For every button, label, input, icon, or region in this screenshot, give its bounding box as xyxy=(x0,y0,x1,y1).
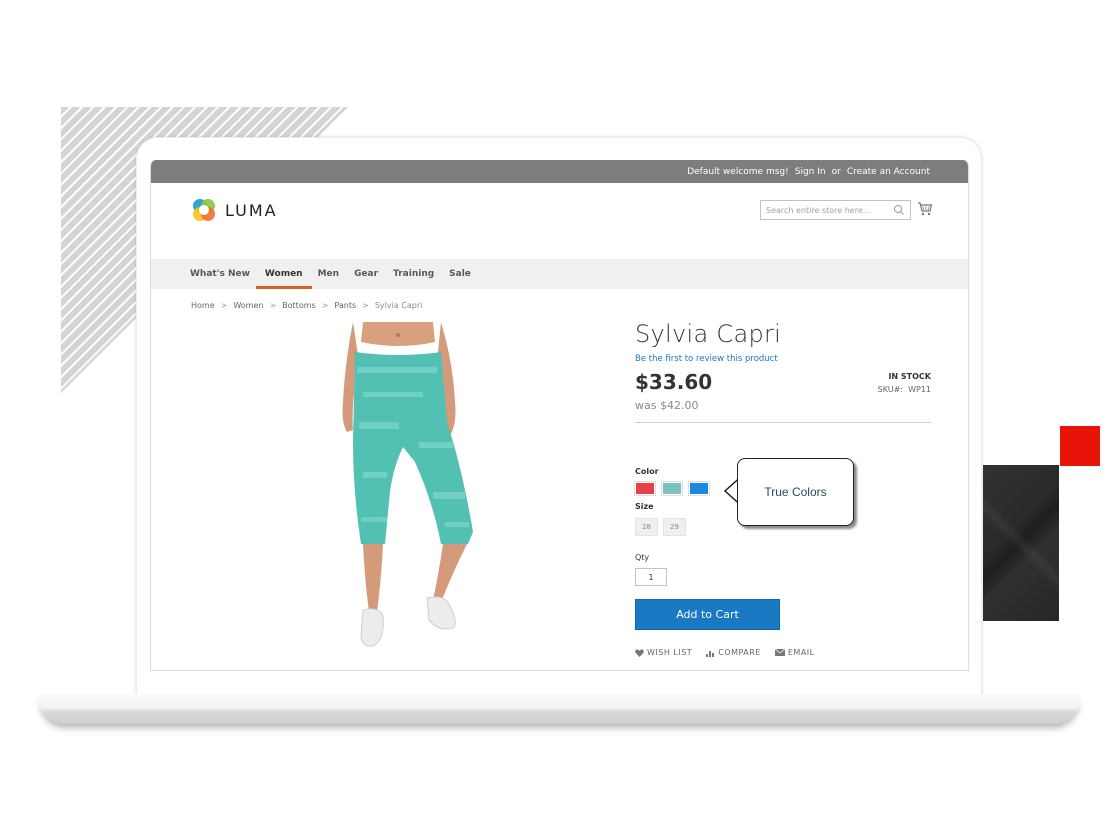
color-swatches xyxy=(634,481,710,496)
callout-tail-mask xyxy=(738,479,742,503)
size-label: Size xyxy=(635,502,654,511)
product-image[interactable] xyxy=(323,322,483,652)
color-label: Color xyxy=(635,467,659,476)
top-bar: Default welcome msg! Sign In or Create a… xyxy=(151,160,968,183)
cart-icon[interactable] xyxy=(917,201,933,217)
divider xyxy=(635,422,931,423)
old-price: was $42.00 xyxy=(635,399,699,412)
true-colors-callout: True Colors xyxy=(737,458,854,526)
wish-list-link[interactable]: WISH LIST xyxy=(635,648,692,657)
color-swatch-blue[interactable] xyxy=(688,481,710,496)
product-title: Sylvia Capri xyxy=(635,320,782,348)
search-input[interactable]: Search entire store here... xyxy=(760,200,911,220)
nav-item-women[interactable]: Women xyxy=(255,259,312,289)
luma-logo-icon xyxy=(193,199,215,221)
site-header: LUMA Search entire store here... xyxy=(151,183,968,259)
color-swatch-teal[interactable] xyxy=(661,481,683,496)
nav-item-men[interactable]: Men xyxy=(318,259,348,289)
decorative-red-square xyxy=(1060,426,1100,466)
size-options: 28 29 xyxy=(635,518,686,536)
review-link[interactable]: Be the first to review this product xyxy=(635,354,931,364)
sku-value: WP11 xyxy=(908,385,931,394)
breadcrumb-pants[interactable]: Pants xyxy=(334,301,356,310)
breadcrumb-separator: > xyxy=(269,301,277,310)
nav-item-gear[interactable]: Gear xyxy=(354,259,387,289)
laptop-base xyxy=(38,694,1081,724)
size-option-29[interactable]: 29 xyxy=(663,518,686,536)
breadcrumb-separator: > xyxy=(220,301,228,310)
sign-in-link[interactable]: Sign In xyxy=(795,167,826,177)
compare-link[interactable]: COMPARE xyxy=(706,648,761,657)
product-info: Sylvia Capri Be the first to review this… xyxy=(635,320,931,423)
or-text: or xyxy=(831,166,841,177)
heart-icon xyxy=(635,648,644,657)
color-swatch-red[interactable] xyxy=(634,481,656,496)
breadcrumb-separator: > xyxy=(362,301,369,310)
breadcrumb-women[interactable]: Women xyxy=(233,301,263,310)
email-link[interactable]: EMAIL xyxy=(774,648,815,657)
sku-label: SKU#: xyxy=(877,385,903,394)
search-placeholder: Search entire store here... xyxy=(766,205,871,215)
nav-item-training[interactable]: Training xyxy=(393,259,443,289)
luma-logo[interactable]: LUMA xyxy=(191,197,278,223)
sku: SKU#: WP11 xyxy=(878,385,931,394)
breadcrumb-bottoms[interactable]: Bottoms xyxy=(282,301,316,310)
welcome-message: Default welcome msg! xyxy=(687,166,789,177)
envelope-icon xyxy=(774,649,785,656)
breadcrumb: Home > Women > Bottoms > Pants > Sylvia … xyxy=(191,301,422,310)
nav-item-whats-new[interactable]: What's New xyxy=(190,259,259,289)
qty-input[interactable]: 1 xyxy=(635,568,667,586)
decorative-dark-block xyxy=(983,465,1059,621)
wish-list-label: WISH LIST xyxy=(647,648,693,657)
create-account-link[interactable]: Create an Account xyxy=(847,167,930,177)
product-actions: WISH LIST COMPARE EMAIL xyxy=(635,648,815,657)
price-row: $33.60 IN STOCK SKU#: WP11 xyxy=(635,370,931,396)
brand-name: LUMA xyxy=(225,200,278,220)
callout-text: True Colors xyxy=(764,485,827,499)
main-nav: What's New Women Men Gear Training Sale xyxy=(151,259,968,289)
email-label: EMAIL xyxy=(787,648,815,657)
product-price: $33.60 xyxy=(635,370,713,394)
size-option-28[interactable]: 28 xyxy=(635,518,658,536)
breadcrumb-current: Sylvia Capri xyxy=(374,301,423,310)
search-icon[interactable] xyxy=(893,204,905,216)
nav-item-sale[interactable]: Sale xyxy=(449,259,480,289)
compare-label: COMPARE xyxy=(718,648,761,657)
qty-label: Qty xyxy=(635,553,650,562)
add-to-cart-button[interactable]: Add to Cart xyxy=(635,599,780,630)
store-page: Default welcome msg! Sign In or Create a… xyxy=(150,160,969,671)
breadcrumb-separator: > xyxy=(321,301,329,310)
compare-icon xyxy=(706,650,715,657)
breadcrumb-home[interactable]: Home xyxy=(191,301,215,310)
stock-status: IN STOCK xyxy=(888,372,931,381)
